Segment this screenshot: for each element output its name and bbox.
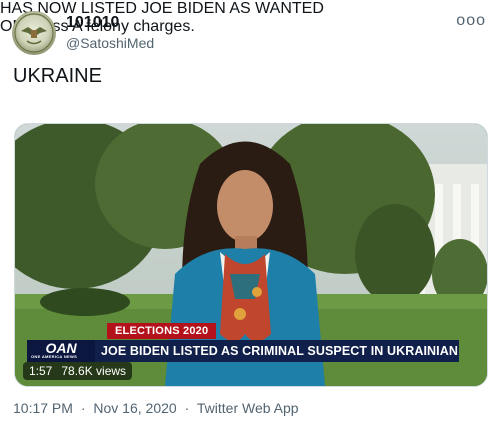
ukraine-flag-icon xyxy=(104,67,128,83)
video-views: 78.6K views xyxy=(61,364,127,378)
news-chyron: OAN ONE AMERICA NEWS JOE BIDEN LISTED AS… xyxy=(27,340,459,362)
seal-emblem-icon xyxy=(14,13,54,53)
display-name[interactable]: 101010 xyxy=(66,14,119,32)
video-duration: 1:57 xyxy=(29,364,53,378)
tweet-time[interactable]: 10:17 PM xyxy=(13,400,73,416)
user-handle[interactable]: @SatoshiMed xyxy=(66,35,154,51)
chyron-headline: JOE BIDEN LISTED AS CRIMINAL SUSPECT IN … xyxy=(101,344,459,358)
meta-separator: · xyxy=(80,400,86,416)
avatar[interactable] xyxy=(12,11,56,55)
tweet-metadata: 10:17 PM · Nov 16, 2020 · Twitter Web Ap… xyxy=(13,400,303,416)
chyron-tag: ELECTIONS 2020 xyxy=(107,323,217,339)
video-player[interactable]: ELECTIONS 2020 OAN ONE AMERICA NEWS JOE … xyxy=(14,123,488,387)
tweet-source[interactable]: Twitter Web App xyxy=(197,400,299,416)
more-options-icon[interactable]: ooo xyxy=(456,12,486,30)
tweet-text-word: UKRAINE xyxy=(13,65,102,87)
network-logo-subtext: ONE AMERICA NEWS xyxy=(31,354,78,359)
network-logo: OAN ONE AMERICA NEWS xyxy=(27,340,95,362)
video-stats-badge: 1:57 78.6K views xyxy=(23,362,133,380)
tweet-date[interactable]: Nov 16, 2020 xyxy=(93,400,176,416)
tweet-text: UKRAINE xyxy=(13,63,491,89)
meta-separator: · xyxy=(184,400,190,416)
